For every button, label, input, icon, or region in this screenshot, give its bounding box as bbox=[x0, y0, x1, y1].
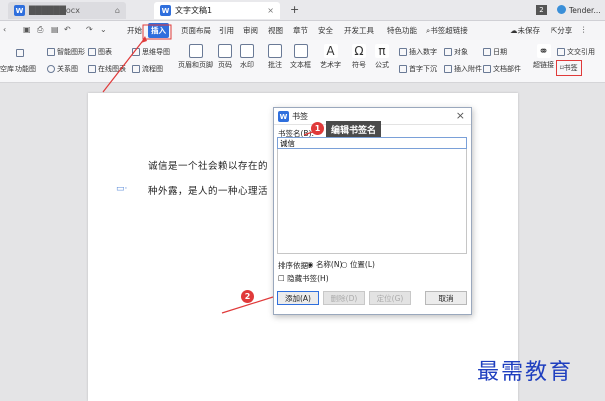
step-1-badge: 1 bbox=[311, 122, 324, 135]
annotation-arrows bbox=[102, 24, 319, 314]
step-1-callout: 编辑书签名 bbox=[326, 121, 382, 137]
step-2-badge: 2 bbox=[241, 290, 254, 303]
arrow-to-insert-tab bbox=[102, 37, 146, 93]
highlight-insert-tab bbox=[142, 24, 172, 40]
watermark-text: 最需教育 bbox=[477, 360, 574, 385]
